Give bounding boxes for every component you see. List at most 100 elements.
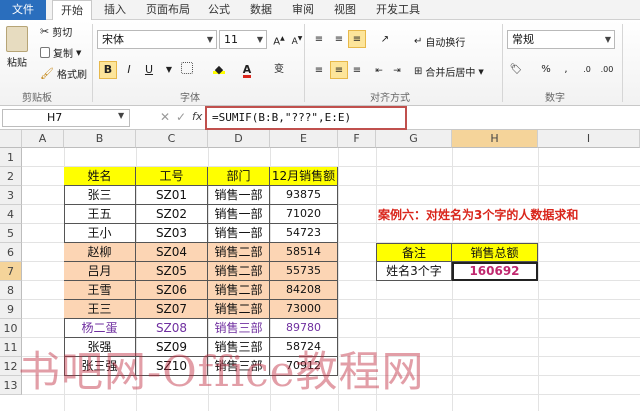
tab-file[interactable]: 文件 [0, 0, 46, 20]
table-cell-sales[interactable]: 73000 [270, 300, 338, 319]
table-header-cell[interactable]: 姓名 [64, 167, 136, 186]
fill-color-button[interactable]: ◆ [210, 61, 228, 79]
row-header[interactable]: 9 [0, 300, 22, 319]
copy-button[interactable]: 复制 ▼ [40, 45, 81, 60]
tab-developer[interactable]: 开发工具 [370, 0, 426, 20]
table-cell-dept[interactable]: 销售二部 [208, 262, 270, 281]
merge-center-button[interactable]: ⊞ 合并后居中 ▼ [414, 64, 484, 79]
row-header[interactable]: 13 [0, 376, 22, 395]
column-header[interactable]: E [270, 130, 338, 148]
table-cell-id[interactable]: SZ07 [136, 300, 208, 319]
font-size-dropdown[interactable]: 11 ▼ [219, 30, 267, 49]
bold-button[interactable]: B [99, 61, 117, 79]
column-header[interactable]: C [136, 130, 208, 148]
table-cell-name[interactable]: 吕月 [64, 262, 136, 281]
table-cell-id[interactable]: SZ08 [136, 319, 208, 338]
table-cell-name[interactable]: 张三强 [64, 357, 136, 376]
insert-function-icon[interactable]: fx [192, 110, 202, 123]
table-cell-sales[interactable]: 58724 [270, 338, 338, 357]
underline-dropdown[interactable]: ▼ [160, 61, 178, 79]
enter-icon[interactable]: ✓ [176, 110, 186, 124]
row-header[interactable]: 12 [0, 357, 22, 376]
column-header[interactable]: F [338, 130, 376, 148]
row-header[interactable]: 6 [0, 243, 22, 262]
increase-decimal-button[interactable]: .0 [578, 61, 596, 79]
table-cell-dept[interactable]: 销售二部 [208, 300, 270, 319]
formula-text[interactable]: =SUMIF(B:B,"???",E:E) [212, 111, 351, 124]
table-cell-name[interactable]: 王小 [64, 224, 136, 243]
percent-button[interactable]: % [537, 61, 555, 79]
tab-formulas[interactable]: 公式 [200, 0, 238, 20]
underline-button[interactable]: U [140, 61, 158, 79]
table-cell-dept[interactable]: 销售二部 [208, 281, 270, 300]
table-cell-id[interactable]: SZ04 [136, 243, 208, 262]
table-cell-id[interactable]: SZ09 [136, 338, 208, 357]
row-header-selected[interactable]: 7 [0, 262, 22, 281]
column-header-selected[interactable]: H [452, 130, 538, 148]
column-header[interactable]: D [208, 130, 270, 148]
table-cell-name[interactable]: 张三 [64, 186, 136, 205]
decrease-indent-button[interactable]: ⇤ [370, 61, 388, 79]
table-header-cell[interactable]: 部门 [208, 167, 270, 186]
table-cell-name[interactable]: 杨二蛋 [64, 319, 136, 338]
table-cell-id[interactable]: SZ06 [136, 281, 208, 300]
table-cell-sales[interactable]: 93875 [270, 186, 338, 205]
table-cell-dept[interactable]: 销售二部 [208, 243, 270, 262]
column-header[interactable]: I [538, 130, 640, 148]
table-cell-id[interactable]: SZ05 [136, 262, 208, 281]
paste-button[interactable]: 粘贴 [6, 26, 28, 69]
table-cell-name[interactable]: 张强 [64, 338, 136, 357]
table-header-cell[interactable]: 12月销售额 [270, 167, 338, 186]
row-header[interactable]: 10 [0, 319, 22, 338]
cancel-icon[interactable]: ✕ [160, 110, 170, 124]
row-header[interactable]: 3 [0, 186, 22, 205]
table-cell-dept[interactable]: 销售一部 [208, 205, 270, 224]
tab-home[interactable]: 开始 [52, 0, 92, 21]
result-label-cell[interactable]: 姓名3个字 [376, 262, 452, 281]
align-left-button[interactable]: ≡ [310, 61, 328, 79]
table-cell-sales[interactable]: 71020 [270, 205, 338, 224]
table-cell-dept[interactable]: 销售一部 [208, 224, 270, 243]
phonetic-button[interactable]: 变 [270, 61, 288, 79]
tab-review[interactable]: 审阅 [284, 0, 322, 20]
table-cell-sales[interactable]: 70912 [270, 357, 338, 376]
currency-button[interactable]: 🏷 [507, 61, 525, 79]
borders-button[interactable] [178, 61, 196, 79]
row-header[interactable]: 4 [0, 205, 22, 224]
row-header[interactable]: 5 [0, 224, 22, 243]
align-top-button[interactable]: ≡ [310, 30, 328, 48]
row-header[interactable]: 1 [0, 148, 22, 167]
table-cell-id[interactable]: SZ03 [136, 224, 208, 243]
table-cell-name[interactable]: 王五 [64, 205, 136, 224]
table-cell-sales[interactable]: 55735 [270, 262, 338, 281]
row-header[interactable]: 2 [0, 167, 22, 186]
name-box[interactable]: H7 [2, 109, 130, 127]
table-cell-name[interactable]: 赵柳 [64, 243, 136, 262]
table-cell-dept[interactable]: 销售三部 [208, 357, 270, 376]
table-cell-name[interactable]: 王雪 [64, 281, 136, 300]
align-middle-button[interactable]: ≡ [330, 30, 348, 48]
table-cell-id[interactable]: SZ10 [136, 357, 208, 376]
increase-indent-button[interactable]: ⇥ [388, 61, 406, 79]
table-cell-sales[interactable]: 89780 [270, 319, 338, 338]
italic-button[interactable]: I [120, 61, 138, 79]
align-bottom-button[interactable]: ≡ [348, 30, 366, 48]
decrease-decimal-button[interactable]: .00 [598, 61, 616, 79]
column-header[interactable]: G [376, 130, 452, 148]
align-center-button[interactable]: ≡ [330, 61, 348, 79]
row-header[interactable]: 8 [0, 281, 22, 300]
chevron-down-icon[interactable]: ▼ [118, 111, 124, 120]
table-cell-sales[interactable]: 58514 [270, 243, 338, 262]
font-color-button[interactable]: A [238, 61, 256, 79]
tab-page-layout[interactable]: 页面布局 [140, 0, 196, 20]
wrap-text-button[interactable]: ↵ 自动换行 [414, 34, 465, 49]
comma-button[interactable]: , [557, 61, 575, 79]
align-right-button[interactable]: ≡ [348, 61, 366, 79]
table-cell-id[interactable]: SZ02 [136, 205, 208, 224]
column-header[interactable]: A [22, 130, 64, 148]
tab-insert[interactable]: 插入 [96, 0, 134, 20]
grow-font-button[interactable]: A▲ [270, 30, 288, 48]
table-cell-dept[interactable]: 销售一部 [208, 186, 270, 205]
table-cell-name[interactable]: 王三 [64, 300, 136, 319]
table-cell-dept[interactable]: 销售三部 [208, 338, 270, 357]
